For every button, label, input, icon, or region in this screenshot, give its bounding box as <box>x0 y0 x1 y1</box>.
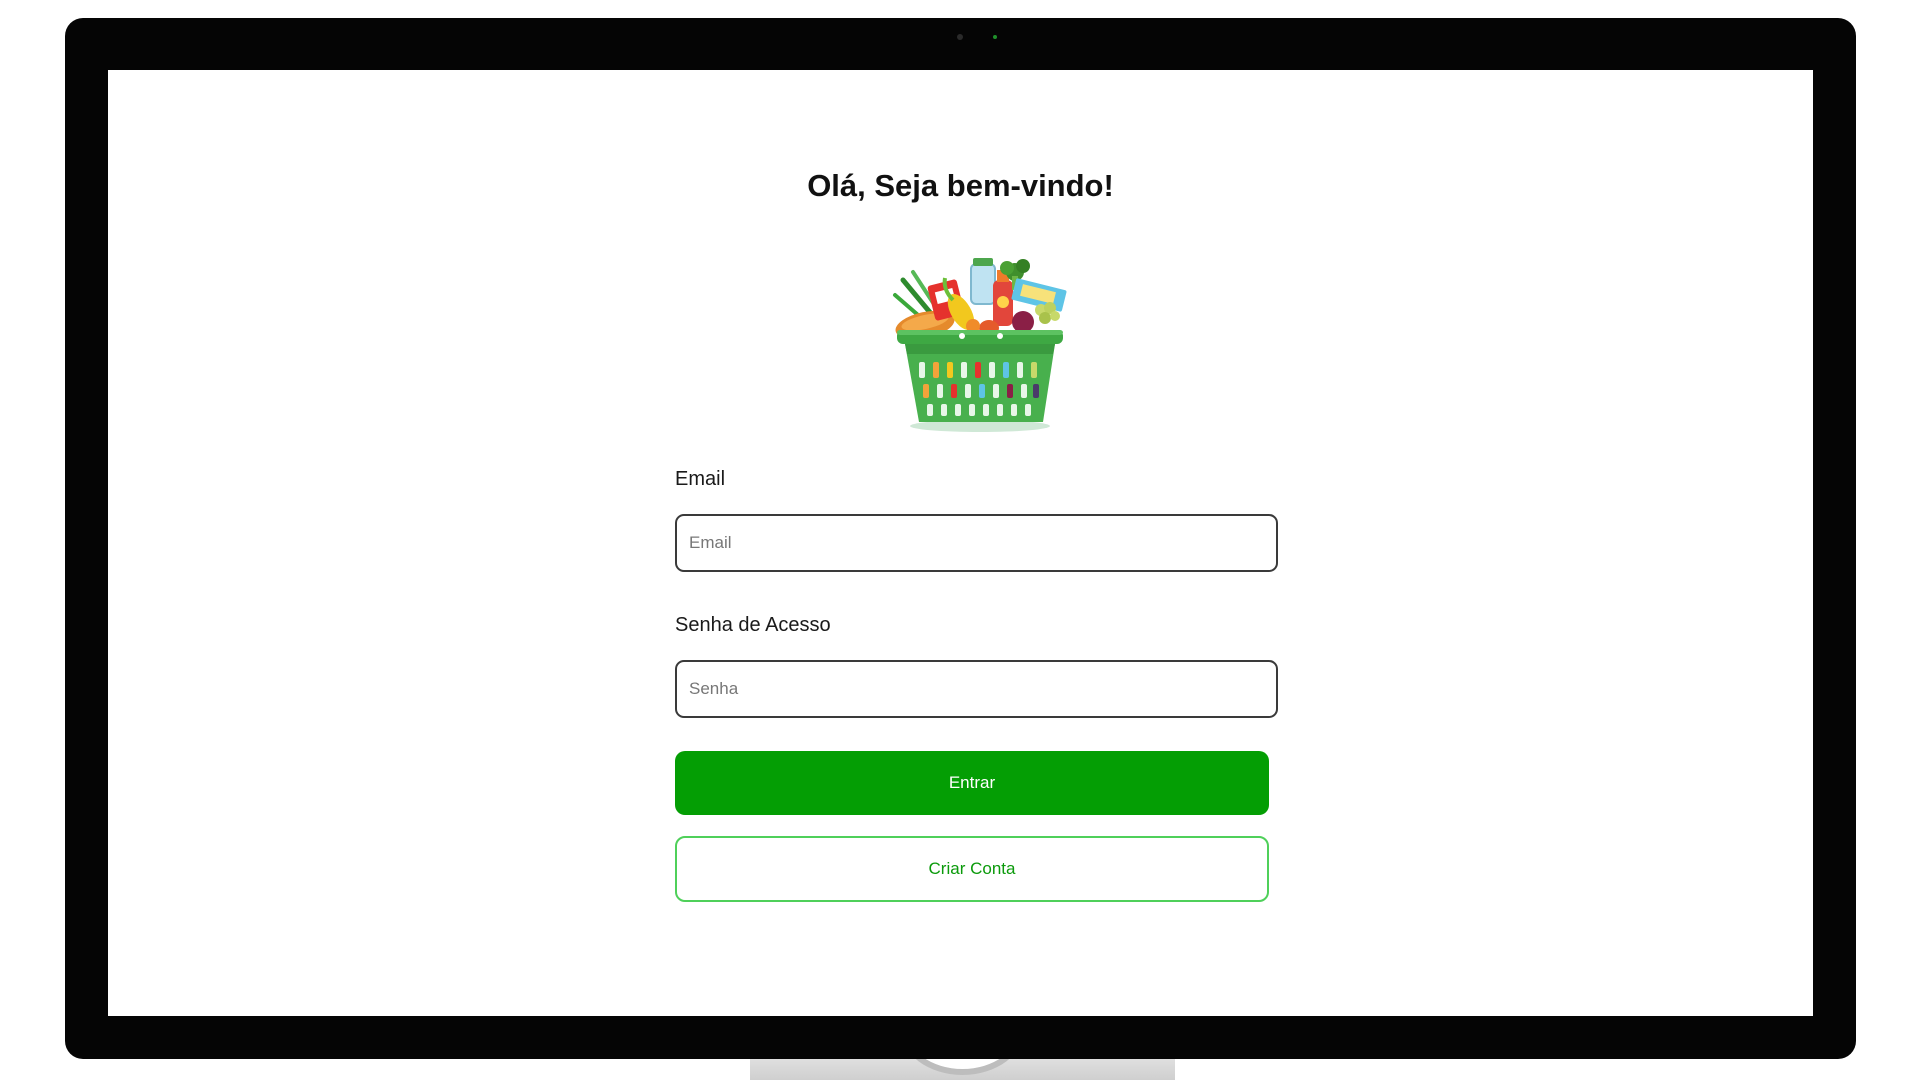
login-button[interactable]: Entrar <box>675 751 1269 815</box>
login-form: Email Senha de Acesso Entrar Criar Conta <box>675 468 1280 902</box>
monitor-bezel: Olá, Seja bem-vindo! Email Email Senha d… <box>65 18 1856 1059</box>
password-label: Senha de Acesso <box>675 614 831 636</box>
webcam-icon <box>957 34 963 40</box>
create-account-button[interactable]: Criar Conta <box>675 836 1269 902</box>
webcam-led-icon <box>993 35 997 39</box>
password-field[interactable] <box>675 660 1278 718</box>
email-field[interactable] <box>675 514 1278 572</box>
field-spacer <box>675 572 1280 614</box>
grocery-basket-icon <box>883 250 1073 440</box>
email-label: Email <box>675 468 726 490</box>
page-title: Olá, Seja bem-vindo! <box>807 168 1114 203</box>
screen: Olá, Seja bem-vindo! Email Email Senha d… <box>108 70 1813 1016</box>
